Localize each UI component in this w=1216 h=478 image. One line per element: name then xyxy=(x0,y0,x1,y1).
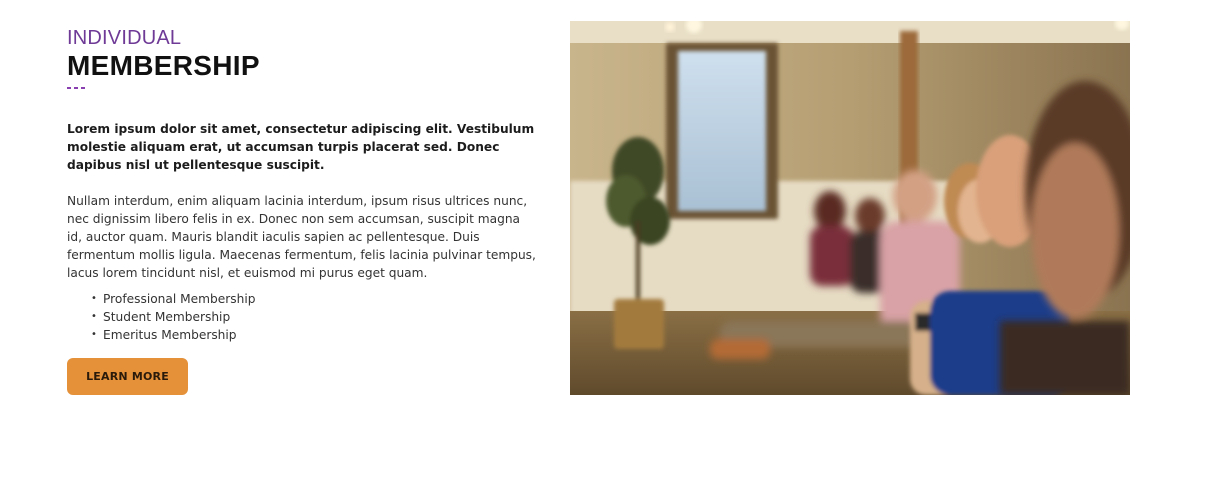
list-item: • Professional Membership xyxy=(91,292,256,306)
body-paragraph: Nullam interdum, enim aliquam lacinia in… xyxy=(67,194,536,280)
membership-section: INDIVIDUAL MEMBERSHIP Lorem ipsum dolor … xyxy=(0,0,1216,478)
membership-content: INDIVIDUAL MEMBERSHIP Lorem ipsum dolor … xyxy=(67,26,537,395)
learn-more-button[interactable]: LEARN MORE xyxy=(67,358,188,395)
membership-list: • Professional Membership • Student Member… xyxy=(91,290,537,344)
list-item: • Student Membership xyxy=(91,310,231,324)
page-title: MEMBERSHIP xyxy=(67,50,260,81)
section-eyebrow: INDIVIDUAL xyxy=(67,27,182,49)
title-divider xyxy=(67,87,537,90)
lead-paragraph: Lorem ipsum dolor sit amet, consectetur … xyxy=(67,122,535,172)
list-item: • Emeritus Membership xyxy=(91,328,237,342)
audience-photo xyxy=(570,21,1130,395)
